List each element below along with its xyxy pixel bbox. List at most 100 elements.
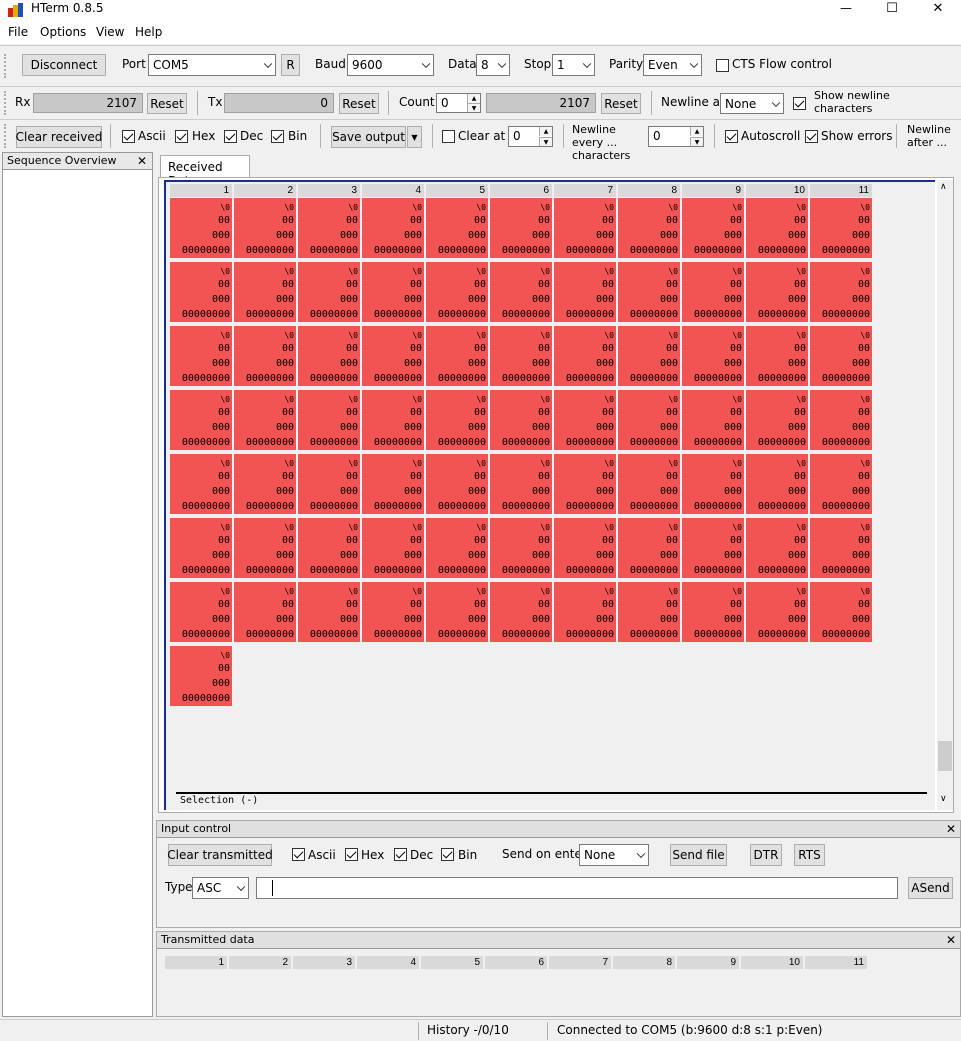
rx-byte-cell[interactable]: \0 00 000 00000000 — [810, 582, 872, 642]
rx-byte-cell[interactable]: \0 00 000 00000000 — [426, 262, 488, 322]
rx-byte-cell[interactable]: \0 00 000 00000000 — [554, 262, 616, 322]
rx-byte-cell[interactable]: \0 00 000 00000000 — [618, 582, 680, 642]
rx-byte-cell[interactable]: \0 00 000 00000000 — [618, 262, 680, 322]
menu-options[interactable]: Options — [40, 25, 86, 39]
rx-byte-cell[interactable]: \0 00 000 00000000 — [618, 326, 680, 386]
cts-flow-checkbox[interactable] — [716, 59, 729, 72]
newline-every-spinner[interactable]: 0 ▲ ▼ — [648, 126, 704, 147]
send-on-enter-select[interactable]: None — [579, 844, 649, 866]
rx-byte-cell[interactable]: \0 00 000 00000000 — [426, 390, 488, 450]
asend-button[interactable]: ASend — [908, 877, 953, 899]
transmitted-data-close-icon[interactable]: ✕ — [946, 933, 956, 947]
rx-byte-cell[interactable]: \0 00 000 00000000 — [746, 582, 808, 642]
rx-dec-checkbox[interactable] — [224, 130, 237, 143]
rx-byte-cell[interactable]: \0 00 000 00000000 — [298, 326, 360, 386]
clear-transmitted-button[interactable]: Clear transmitted — [167, 844, 273, 866]
maximize-button[interactable]: ☐ — [869, 0, 915, 16]
baud-select[interactable]: 9600 — [347, 54, 434, 76]
rx-byte-cell[interactable]: \0 00 000 00000000 — [554, 582, 616, 642]
clear-at-checkbox[interactable] — [442, 130, 455, 143]
rx-byte-cell[interactable]: \0 00 000 00000000 — [490, 326, 552, 386]
tx-reset-button[interactable]: Reset — [339, 93, 379, 114]
input-control-close-icon[interactable]: ✕ — [946, 822, 956, 836]
rx-byte-cell[interactable]: \0 00 000 00000000 — [554, 390, 616, 450]
rx-byte-cell[interactable]: \0 00 000 00000000 — [746, 262, 808, 322]
rx-byte-cell[interactable]: \0 00 000 00000000 — [298, 262, 360, 322]
count-spinner[interactable]: 0 ▲ ▼ — [436, 93, 481, 113]
rx-byte-cell[interactable]: \0 00 000 00000000 — [362, 582, 424, 642]
rx-byte-cell[interactable]: \0 00 000 00000000 — [682, 582, 744, 642]
port-select[interactable]: COM5 — [148, 54, 276, 76]
newline-at-select[interactable]: None — [720, 93, 784, 114]
send-file-button[interactable]: Send file — [670, 844, 727, 866]
rx-byte-cell[interactable]: \0 00 000 00000000 — [810, 262, 872, 322]
rx-byte-cell[interactable]: \0 00 000 00000000 — [170, 454, 232, 514]
rx-byte-cell[interactable]: \0 00 000 00000000 — [618, 390, 680, 450]
rx-bin-checkbox[interactable] — [271, 130, 284, 143]
rx-byte-cell[interactable]: \0 00 000 00000000 — [746, 326, 808, 386]
rx-byte-cell[interactable]: \0 00 000 00000000 — [170, 518, 232, 578]
rx-byte-cell[interactable]: \0 00 000 00000000 — [170, 326, 232, 386]
rx-byte-cell[interactable]: \0 00 000 00000000 — [298, 454, 360, 514]
rx-byte-cell[interactable]: \0 00 000 00000000 — [490, 582, 552, 642]
save-output-button[interactable]: Save output — [331, 126, 406, 148]
menu-help[interactable]: Help — [135, 25, 162, 39]
rts-button[interactable]: RTS — [794, 844, 825, 866]
rx-byte-cell[interactable]: \0 00 000 00000000 — [810, 454, 872, 514]
stop-bits-select[interactable]: 1 — [552, 54, 595, 76]
rx-byte-cell[interactable]: \0 00 000 00000000 — [234, 454, 296, 514]
spin-up-icon[interactable]: ▲ — [539, 127, 552, 136]
rx-byte-cell[interactable]: \0 00 000 00000000 — [362, 326, 424, 386]
tx-ascii-checkbox[interactable] — [292, 848, 305, 861]
rx-byte-cell[interactable]: \0 00 000 00000000 — [682, 390, 744, 450]
rx-byte-cell[interactable]: \0 00 000 00000000 — [554, 326, 616, 386]
rx-byte-cell[interactable]: \0 00 000 00000000 — [298, 390, 360, 450]
rx-byte-cell[interactable]: \0 00 000 00000000 — [362, 518, 424, 578]
rx-byte-cell[interactable]: \0 00 000 00000000 — [298, 518, 360, 578]
rx-byte-cell[interactable]: \0 00 000 00000000 — [362, 454, 424, 514]
minimize-button[interactable]: — — [823, 0, 869, 16]
rx-byte-cell[interactable]: \0 00 000 00000000 — [170, 198, 232, 258]
rx-byte-cell[interactable]: \0 00 000 00000000 — [426, 582, 488, 642]
rx-byte-cell[interactable]: \0 00 000 00000000 — [362, 198, 424, 258]
rx-reset-button[interactable]: Reset — [147, 93, 187, 114]
rx-byte-cell[interactable]: \0 00 000 00000000 — [810, 518, 872, 578]
rx-byte-cell[interactable]: \0 00 000 00000000 — [426, 454, 488, 514]
save-output-dropdown[interactable]: ▼ — [407, 126, 422, 148]
rx-byte-cell[interactable]: \0 00 000 00000000 — [170, 390, 232, 450]
rx-byte-cell[interactable]: \0 00 000 00000000 — [298, 198, 360, 258]
rx-byte-cell[interactable]: \0 00 000 00000000 — [810, 326, 872, 386]
rx-byte-cell[interactable]: \0 00 000 00000000 — [554, 198, 616, 258]
spin-down-icon[interactable]: ▼ — [539, 137, 552, 146]
rx-byte-cell[interactable]: \0 00 000 00000000 — [234, 582, 296, 642]
scrollbar-thumb[interactable] — [938, 741, 952, 771]
send-input-field[interactable] — [256, 877, 898, 899]
clear-received-button[interactable]: Clear received — [16, 126, 102, 148]
rx-byte-cell[interactable]: \0 00 000 00000000 — [362, 390, 424, 450]
rx-byte-cell[interactable]: \0 00 000 00000000 — [170, 646, 232, 706]
rx-byte-cell[interactable]: \0 00 000 00000000 — [682, 198, 744, 258]
rx-byte-cell[interactable]: \0 00 000 00000000 — [618, 518, 680, 578]
spin-up-icon[interactable]: ▲ — [467, 94, 480, 103]
close-button[interactable]: ✕ — [915, 0, 961, 16]
rx-byte-cell[interactable]: \0 00 000 00000000 — [490, 454, 552, 514]
scroll-down-icon[interactable]: ∨ — [940, 794, 947, 804]
rx-byte-cell[interactable]: \0 00 000 00000000 — [810, 390, 872, 450]
tx-dec-checkbox[interactable] — [394, 848, 407, 861]
rx-byte-cell[interactable]: \0 00 000 00000000 — [490, 198, 552, 258]
rx-byte-cell[interactable]: \0 00 000 00000000 — [746, 518, 808, 578]
rx-byte-cell[interactable]: \0 00 000 00000000 — [682, 262, 744, 322]
rx-byte-cell[interactable]: \0 00 000 00000000 — [170, 582, 232, 642]
menu-file[interactable]: File — [8, 25, 28, 39]
spin-up-icon[interactable]: ▲ — [690, 127, 703, 136]
parity-select[interactable]: Even — [643, 54, 702, 76]
rx-byte-cell[interactable]: \0 00 000 00000000 — [810, 198, 872, 258]
rx-ascii-checkbox[interactable] — [122, 130, 135, 143]
rx-byte-cell[interactable]: \0 00 000 00000000 — [746, 198, 808, 258]
rx-byte-cell[interactable]: \0 00 000 00000000 — [746, 454, 808, 514]
tx-bin-checkbox[interactable] — [441, 848, 454, 861]
rx-byte-cell[interactable]: \0 00 000 00000000 — [234, 262, 296, 322]
rx-byte-cell[interactable]: \0 00 000 00000000 — [554, 454, 616, 514]
rx-byte-cell[interactable]: \0 00 000 00000000 — [426, 198, 488, 258]
type-select[interactable]: ASC — [192, 877, 249, 899]
